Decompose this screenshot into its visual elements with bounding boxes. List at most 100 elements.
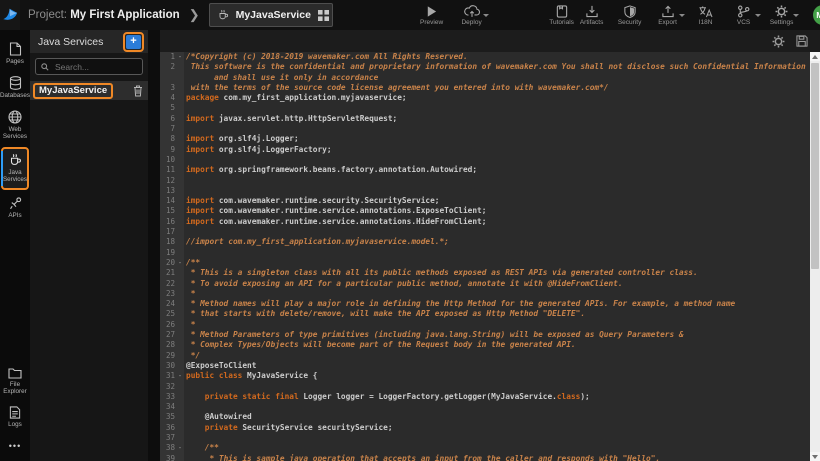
service-search[interactable] (35, 58, 143, 75)
sidebar-item-logs[interactable]: Logs (1, 402, 29, 433)
code-token: import (186, 217, 214, 226)
code-text[interactable]: /** (184, 443, 810, 453)
code-text[interactable] (184, 433, 810, 443)
sidebar-item-pages[interactable]: Pages (1, 38, 29, 70)
code-text[interactable]: private SecurityService securityService; (184, 423, 810, 433)
search-input[interactable] (53, 61, 137, 73)
editor-settings-gear-icon[interactable] (772, 35, 785, 48)
code-line: 4package com.my_first_application.myjava… (160, 93, 810, 103)
code-text[interactable]: import org.springframework.beans.factory… (184, 165, 810, 175)
code-text[interactable] (184, 186, 810, 196)
code-text[interactable]: with the terms of the source code licens… (184, 83, 810, 93)
add-service-button[interactable]: + (126, 35, 141, 49)
code-text[interactable]: */ (184, 351, 810, 361)
trash-icon[interactable] (133, 85, 143, 97)
code-text[interactable]: * To avoid exposing an API for a particu… (184, 279, 810, 289)
service-name[interactable]: MyJavaService (33, 83, 113, 99)
code-line: 29 */ (160, 351, 810, 361)
code-editor[interactable]: 1-/*Copyright (c) 2018-2019 wavemaker.co… (160, 52, 810, 461)
sidebar-item-java-services[interactable]: Java Services (1, 147, 29, 190)
wavemaker-logo-icon (0, 5, 20, 25)
code-token: * Method Parameters of type primitives (… (186, 330, 684, 339)
deploy-button[interactable]: Deploy (457, 5, 487, 26)
code-text[interactable] (184, 402, 810, 412)
code-text[interactable]: @ExposeToClient (184, 361, 810, 371)
code-text[interactable]: public class MyJavaService { (184, 371, 810, 381)
code-text[interactable]: import com.wavemaker.runtime.service.ann… (184, 217, 810, 227)
tutorials-label: Tutorials (549, 19, 574, 26)
code-text[interactable]: //import com.my_first_application.myjava… (184, 237, 810, 247)
sidebar-item-databases[interactable]: Databases (1, 72, 29, 104)
sidebar-item-apis[interactable]: APIs (1, 192, 29, 224)
sidebar-more-button[interactable]: ••• (9, 441, 21, 451)
grid-icon[interactable] (318, 10, 329, 21)
code-text[interactable]: private static final Logger logger = Log… (184, 392, 810, 402)
fold-marker[interactable]: - (176, 443, 184, 453)
code-text[interactable]: * This is a singleton class with all its… (184, 268, 810, 278)
project-name: My First Application (70, 9, 179, 21)
code-token: SecurityService securityService; (238, 423, 393, 432)
tab-myjavaservice[interactable]: MyJavaService (209, 3, 333, 27)
code-token: com.wavemaker.runtime.service.annotation… (214, 206, 486, 215)
sidebar-item-web-services[interactable]: Web Services (1, 106, 29, 145)
code-text[interactable]: * (184, 320, 810, 330)
code-text[interactable]: * Method names will play a major role in… (184, 299, 810, 309)
code-text[interactable]: * that starts with delete/remove, will m… (184, 309, 810, 319)
code-text[interactable] (184, 103, 810, 113)
line-number: 9 (160, 145, 176, 155)
artifacts-button[interactable]: Artifacts (577, 5, 607, 26)
sidebar-item-file-explorer[interactable]: File Explorer (1, 363, 29, 400)
code-token: * Complex Types/Objects will become part… (186, 340, 576, 349)
line-number: 31 (160, 371, 176, 381)
wavemaker-logo[interactable] (0, 0, 20, 30)
fold-gutter (176, 423, 184, 433)
fold-marker[interactable]: - (176, 258, 184, 268)
line-number: 29 (160, 351, 176, 361)
settings-button[interactable]: Settings (767, 5, 797, 26)
i18n-button[interactable]: I18N (691, 5, 721, 26)
database-icon (9, 76, 22, 90)
user-avatar[interactable]: MP (813, 5, 820, 25)
search-icon (41, 63, 49, 71)
export-button[interactable]: Export (653, 5, 683, 26)
code-text[interactable]: package com.my_first_application.myjavas… (184, 93, 810, 103)
code-line: 23 * (160, 289, 810, 299)
vcs-button[interactable]: VCS (729, 5, 759, 26)
line-number: 24 (160, 299, 176, 309)
code-text[interactable]: /** (184, 258, 810, 268)
plug-icon (9, 196, 22, 210)
code-text[interactable] (184, 227, 810, 237)
code-text[interactable]: import org.slf4j.Logger; (184, 134, 810, 144)
code-text[interactable]: * (184, 289, 810, 299)
service-list-item[interactable]: MyJavaService (30, 81, 148, 100)
scroll-down-arrow-icon[interactable] (810, 452, 820, 461)
scrollbar-thumb[interactable] (811, 63, 819, 269)
deploy-label: Deploy (461, 19, 481, 26)
code-text[interactable]: import com.wavemaker.runtime.security.Se… (184, 196, 810, 206)
tutorials-button[interactable]: Tutorials (547, 5, 577, 26)
code-text[interactable]: * This is sample java operation that acc… (184, 454, 810, 461)
code-text[interactable]: @Autowired (184, 412, 810, 422)
code-text[interactable]: This software is the confidential and pr… (184, 62, 810, 83)
code-text[interactable]: * Method Parameters of type primitives (… (184, 330, 810, 340)
save-icon[interactable] (796, 35, 808, 47)
code-text[interactable] (184, 248, 810, 258)
code-text[interactable]: import com.wavemaker.runtime.service.ann… (184, 206, 810, 216)
scroll-up-arrow-icon[interactable] (810, 52, 820, 61)
fold-marker[interactable]: - (176, 371, 184, 381)
code-text[interactable]: import javax.servlet.http.HttpServletReq… (184, 114, 810, 124)
code-text[interactable]: * Complex Types/Objects will become part… (184, 340, 810, 350)
code-text[interactable]: import org.slf4j.LoggerFactory; (184, 145, 810, 155)
preview-button[interactable]: Preview (417, 5, 447, 26)
code-text[interactable] (184, 124, 810, 134)
code-text[interactable] (184, 382, 810, 392)
code-text[interactable] (184, 176, 810, 186)
security-button[interactable]: Security (615, 5, 645, 26)
line-number: 35 (160, 412, 176, 422)
code-text[interactable]: /*Copyright (c) 2018-2019 wavemaker.com … (184, 52, 810, 62)
editor-scrollbar[interactable] (810, 52, 820, 461)
code-token: import (186, 114, 214, 123)
code-line: 39 * This is sample java operation that … (160, 454, 810, 461)
fold-marker[interactable]: - (176, 52, 184, 62)
code-text[interactable] (184, 155, 810, 165)
